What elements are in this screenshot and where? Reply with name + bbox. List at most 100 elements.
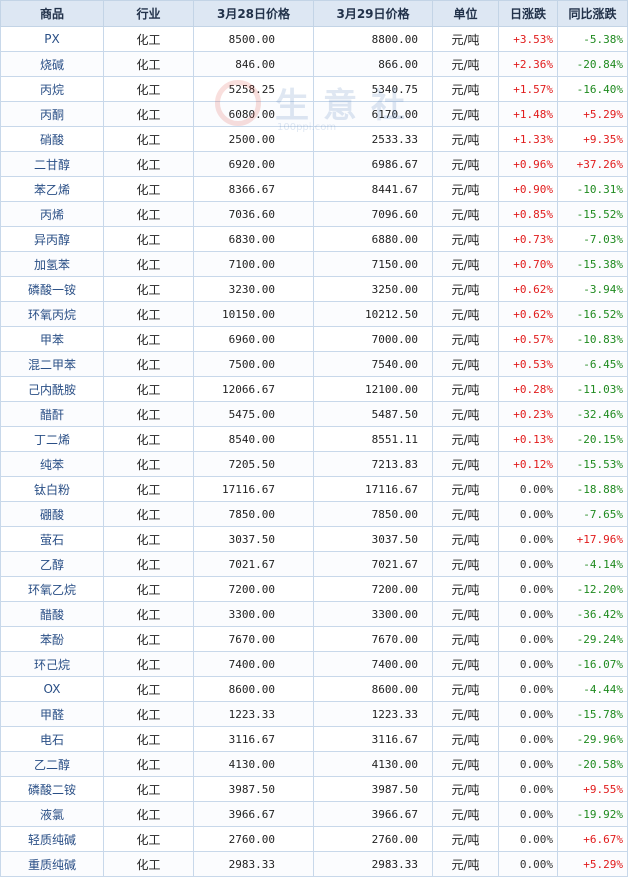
product-name-cell[interactable]: 乙二醇 [0,751,104,777]
yoy-change-cell: -19.92% [557,801,628,827]
product-name-cell[interactable]: 轻质纯碱 [0,826,104,852]
unit-cell: 元/吨 [432,126,499,152]
industry-cell: 化工 [103,826,194,852]
price-mar28-cell: 7850.00 [193,501,314,527]
product-name-cell[interactable]: 己内酰胺 [0,376,104,402]
price-mar28-cell: 3230.00 [193,276,314,302]
product-name-cell[interactable]: 丙烯 [0,201,104,227]
price-mar29-cell: 7670.00 [313,626,433,652]
daily-change-cell: 0.00% [498,726,558,752]
daily-change-cell: 0.00% [498,501,558,527]
product-name-cell[interactable]: OX [0,676,104,702]
product-name-cell[interactable]: 醋酸 [0,601,104,627]
unit-cell: 元/吨 [432,826,499,852]
yoy-change-cell: -3.94% [557,276,628,302]
industry-cell: 化工 [103,676,194,702]
product-name-cell[interactable]: 萤石 [0,526,104,552]
table-row: 钛白粉 化工 17116.67 17116.67 元/吨 0.00% -18.88% [0,476,628,502]
daily-change-cell: 0.00% [498,626,558,652]
unit-cell: 元/吨 [432,201,499,227]
product-name-cell[interactable]: 异丙醇 [0,226,104,252]
product-name-cell[interactable]: 甲苯 [0,326,104,352]
product-name-cell[interactable]: 混二甲苯 [0,351,104,377]
product-name-cell[interactable]: 硼酸 [0,501,104,527]
product-name-cell[interactable]: 苯乙烯 [0,176,104,202]
table-row: 乙二醇 化工 4130.00 4130.00 元/吨 0.00% -20.58% [0,751,628,777]
product-name-cell[interactable]: 环己烷 [0,651,104,677]
price-mar28-cell: 10150.00 [193,301,314,327]
table-row: OX 化工 8600.00 8600.00 元/吨 0.00% -4.44% [0,676,628,702]
daily-change-cell: +0.90% [498,176,558,202]
price-mar28-cell: 6830.00 [193,226,314,252]
product-name-cell[interactable]: 丙烷 [0,76,104,102]
product-name-cell[interactable]: 电石 [0,726,104,752]
unit-cell: 元/吨 [432,251,499,277]
header-price-mar29: 3月29日价格 [313,0,433,27]
product-name-cell[interactable]: 钛白粉 [0,476,104,502]
product-name-cell[interactable]: 硝酸 [0,126,104,152]
product-name-cell[interactable]: 二甘醇 [0,151,104,177]
table-row: 环氧丙烷 化工 10150.00 10212.50 元/吨 +0.62% -16.52% [0,301,628,327]
daily-change-cell: +0.13% [498,426,558,452]
daily-change-cell: +0.57% [498,326,558,352]
yoy-change-cell: -10.83% [557,326,628,352]
table-row: 混二甲苯 化工 7500.00 7540.00 元/吨 +0.53% -6.45% [0,351,628,377]
daily-change-cell: +0.62% [498,276,558,302]
header-product: 商品 [0,0,104,27]
price-mar28-cell: 3966.67 [193,801,314,827]
industry-cell: 化工 [103,801,194,827]
unit-cell: 元/吨 [432,676,499,702]
product-name-cell[interactable]: 磷酸二铵 [0,776,104,802]
price-mar29-cell: 7400.00 [313,651,433,677]
industry-cell: 化工 [103,201,194,227]
daily-change-cell: 0.00% [498,851,558,877]
table-header: 商品 行业 3月28日价格 3月29日价格 单位 日涨跌 同比涨跌 [0,0,628,27]
price-mar28-cell: 8540.00 [193,426,314,452]
product-name-cell[interactable]: 苯酚 [0,626,104,652]
product-name-cell[interactable]: 醋酐 [0,401,104,427]
product-name-cell[interactable]: 环氧乙烷 [0,576,104,602]
price-mar28-cell: 8366.67 [193,176,314,202]
yoy-change-cell: +9.35% [557,126,628,152]
table-row: 丙烷 化工 5258.25 5340.75 元/吨 +1.57% -16.40% [0,76,628,102]
yoy-change-cell: +9.55% [557,776,628,802]
industry-cell: 化工 [103,51,194,77]
price-mar28-cell: 6960.00 [193,326,314,352]
product-name-cell[interactable]: 环氧丙烷 [0,301,104,327]
daily-change-cell: 0.00% [498,751,558,777]
product-name-cell[interactable]: PX [0,26,104,52]
unit-cell: 元/吨 [432,26,499,52]
product-name-cell[interactable]: 乙醇 [0,551,104,577]
price-mar29-cell: 17116.67 [313,476,433,502]
product-name-cell[interactable]: 纯苯 [0,451,104,477]
yoy-change-cell: -7.65% [557,501,628,527]
table-row: 硝酸 化工 2500.00 2533.33 元/吨 +1.33% +9.35% [0,126,628,152]
product-name-cell[interactable]: 丙酮 [0,101,104,127]
yoy-change-cell: -7.03% [557,226,628,252]
product-name-cell[interactable]: 丁二烯 [0,426,104,452]
industry-cell: 化工 [103,701,194,727]
price-mar28-cell: 12066.67 [193,376,314,402]
yoy-change-cell: -12.20% [557,576,628,602]
unit-cell: 元/吨 [432,276,499,302]
price-mar29-cell: 10212.50 [313,301,433,327]
price-mar28-cell: 3116.67 [193,726,314,752]
yoy-change-cell: -10.31% [557,176,628,202]
unit-cell: 元/吨 [432,576,499,602]
product-name-cell[interactable]: 磷酸一铵 [0,276,104,302]
unit-cell: 元/吨 [432,476,499,502]
product-name-cell[interactable]: 重质纯碱 [0,851,104,877]
product-name-cell[interactable]: 加氢苯 [0,251,104,277]
industry-cell: 化工 [103,326,194,352]
price-mar29-cell: 3987.50 [313,776,433,802]
price-mar29-cell: 8551.11 [313,426,433,452]
daily-change-cell: +0.23% [498,401,558,427]
product-name-cell[interactable]: 烧碱 [0,51,104,77]
table-row: 硼酸 化工 7850.00 7850.00 元/吨 0.00% -7.65% [0,501,628,527]
industry-cell: 化工 [103,301,194,327]
industry-cell: 化工 [103,76,194,102]
product-name-cell[interactable]: 甲醛 [0,701,104,727]
daily-change-cell: +0.12% [498,451,558,477]
product-name-cell[interactable]: 液氯 [0,801,104,827]
price-mar28-cell: 7021.67 [193,551,314,577]
